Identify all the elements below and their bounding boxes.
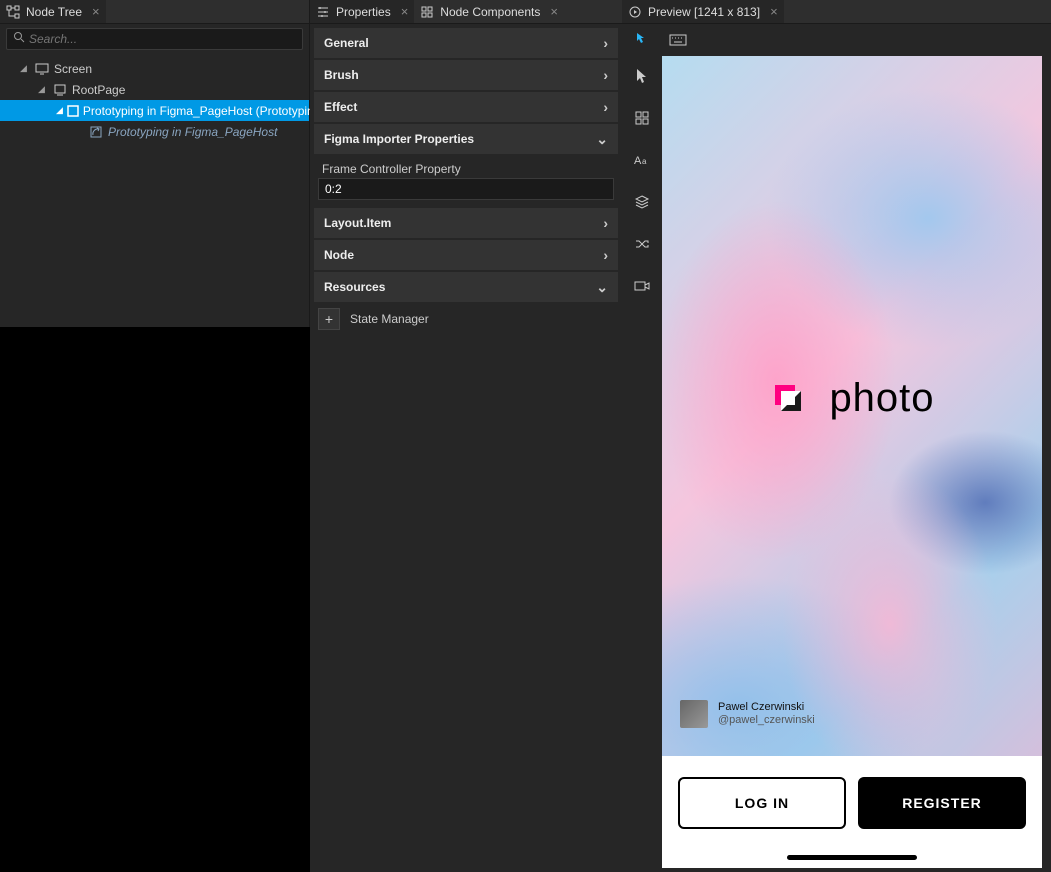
components-icon [420, 5, 434, 19]
section-effect[interactable]: Effect › [314, 92, 618, 122]
section-node[interactable]: Node › [314, 240, 618, 270]
tree-label: Screen [54, 62, 92, 76]
tab-properties[interactable]: Properties × [310, 0, 414, 23]
frame-controller-input[interactable] [318, 178, 614, 200]
section-label: Node [324, 248, 354, 262]
section-label: Effect [324, 100, 357, 114]
section-label: Figma Importer Properties [324, 132, 474, 146]
page-icon [52, 83, 68, 97]
node-tree-tab-bar: Node Tree × [0, 0, 309, 24]
shuffle-tool[interactable] [628, 230, 656, 258]
caret-icon: ◢ [56, 105, 63, 116]
tab-label: Preview [1241 x 813] [648, 5, 760, 19]
tab-label: Node Components [440, 5, 540, 19]
tab-node-components[interactable]: Node Components × [414, 0, 564, 23]
preview-toolbar-vertical: Aa [622, 56, 662, 872]
device-preview: photo Pawel Czerwinski @pawel_czerwinski… [662, 56, 1042, 868]
close-icon[interactable]: × [770, 4, 778, 19]
search-input-wrap[interactable] [6, 28, 303, 50]
state-manager-label: State Manager [350, 312, 429, 326]
tab-node-tree[interactable]: Node Tree × [0, 0, 106, 23]
section-label: General [324, 36, 369, 50]
credit-row: Pawel Czerwinski @pawel_czerwinski [680, 700, 815, 728]
tree-item-pagehost-ref[interactable]: Prototyping in Figma_PageHost [0, 121, 309, 142]
section-resources[interactable]: Resources ⌄ [314, 272, 618, 302]
register-button[interactable]: REGISTER [858, 777, 1026, 829]
caret-icon: ◢ [38, 84, 48, 95]
search-icon [13, 30, 25, 48]
close-icon[interactable]: × [401, 4, 409, 19]
close-icon[interactable]: × [92, 4, 100, 19]
camera-tool[interactable] [628, 272, 656, 300]
play-icon [628, 5, 642, 19]
tab-label: Node Tree [26, 5, 82, 19]
add-button[interactable]: + [318, 308, 340, 330]
tree-label: Prototyping in Figma_PageHost [108, 125, 277, 139]
section-label: Brush [324, 68, 359, 82]
section-general[interactable]: General › [314, 28, 618, 58]
text-tool[interactable]: Aa [628, 146, 656, 174]
chevron-right-icon: › [603, 215, 608, 231]
tab-preview[interactable]: Preview [1241 x 813] × [622, 0, 784, 23]
bottom-bar: LOG IN REGISTER [662, 756, 1042, 868]
svg-text:A: A [634, 155, 642, 167]
section-label: Layout.Item [324, 216, 391, 230]
properties-icon [316, 5, 330, 19]
touch-tool[interactable] [628, 26, 656, 54]
chevron-down-icon: ⌄ [596, 279, 608, 296]
frame-controller-label: Frame Controller Property [318, 162, 614, 176]
node-tree: ◢ Screen ◢ RootPage ◢ [0, 54, 309, 327]
chevron-right-icon: › [603, 67, 608, 83]
frame-icon [67, 104, 79, 118]
logo-row: photo [662, 376, 1042, 421]
logo-text: photo [829, 376, 934, 421]
preview-tab-bar: Preview [1241 x 813] × [622, 0, 1051, 24]
tree-icon [6, 5, 20, 19]
cursor-tool[interactable] [628, 62, 656, 90]
layers-tool[interactable] [628, 188, 656, 216]
chevron-right-icon: › [603, 99, 608, 115]
close-icon[interactable]: × [550, 4, 558, 19]
tree-item-screen[interactable]: ◢ Screen [0, 58, 309, 79]
tree-item-rootpage[interactable]: ◢ RootPage [0, 79, 309, 100]
link-icon [88, 125, 104, 139]
section-figma-importer[interactable]: Figma Importer Properties ⌄ [314, 124, 618, 154]
tab-label: Properties [336, 5, 391, 19]
home-indicator [787, 855, 917, 860]
tree-label: RootPage [72, 83, 125, 97]
search-input[interactable] [29, 32, 296, 46]
logo-icon [769, 379, 809, 419]
chevron-right-icon: › [603, 247, 608, 263]
preview-toolbar-horizontal [622, 24, 1051, 56]
keyboard-tool[interactable] [664, 26, 692, 54]
section-layout-item[interactable]: Layout.Item › [314, 208, 618, 238]
chevron-right-icon: › [603, 35, 608, 51]
grid-tool[interactable] [628, 104, 656, 132]
chevron-down-icon: ⌄ [596, 131, 608, 148]
credit-handle: @pawel_czerwinski [718, 714, 815, 727]
monitor-icon [34, 62, 50, 76]
section-brush[interactable]: Brush › [314, 60, 618, 90]
caret-icon: ◢ [20, 63, 30, 74]
login-button[interactable]: LOG IN [678, 777, 846, 829]
tree-item-pagehost-selected[interactable]: ◢ Prototyping in Figma_PageHost (Prototy… [0, 100, 309, 121]
credit-name: Pawel Czerwinski [718, 701, 815, 714]
svg-text:a: a [642, 157, 647, 166]
section-label: Resources [324, 280, 385, 294]
avatar [680, 700, 708, 728]
properties-tab-bar: Properties × Node Components × [310, 0, 622, 24]
